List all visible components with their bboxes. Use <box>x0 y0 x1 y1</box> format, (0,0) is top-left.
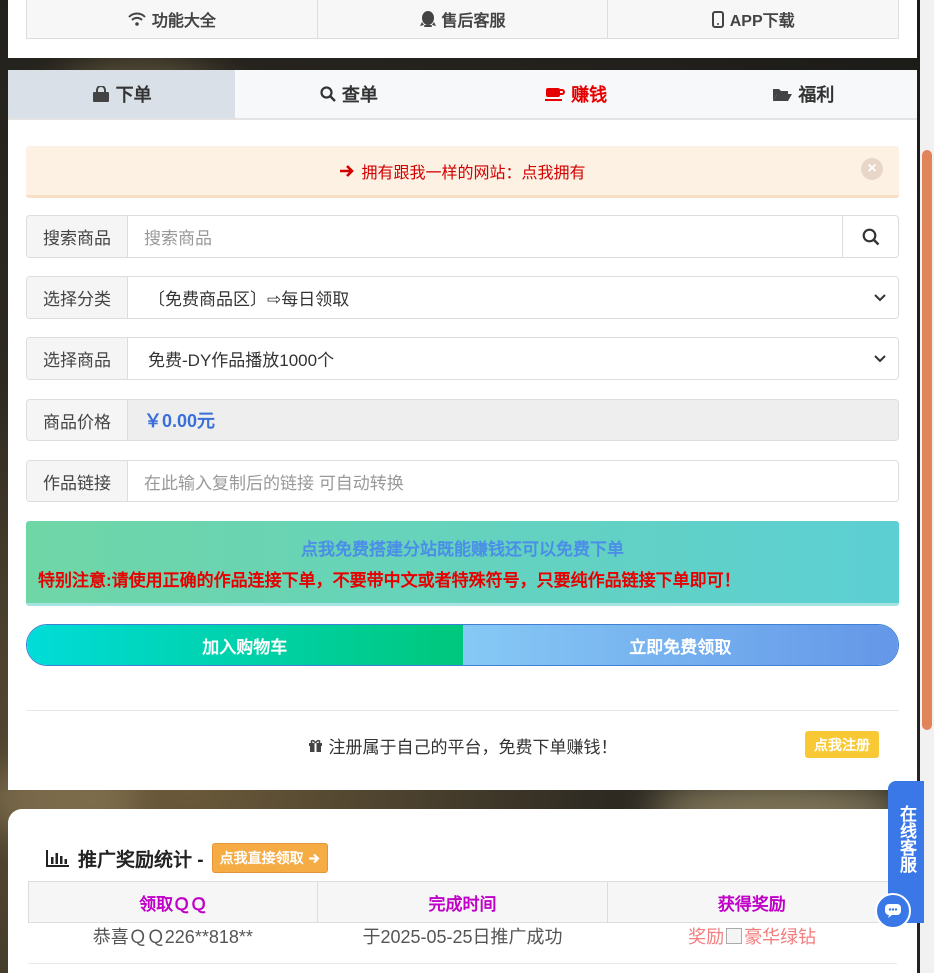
wifi-icon <box>128 12 146 26</box>
search-label: 搜索商品 <box>27 216 128 257</box>
top-nav: 功能大全 售后客服 APP下载 <box>26 0 899 39</box>
bar-chart-icon <box>46 849 70 867</box>
claim-free-button[interactable]: 立即免费领取 <box>462 625 898 665</box>
link-row: 作品链接 在此输入复制后的链接 可自动转换 <box>26 460 899 502</box>
search-input[interactable]: 搜索商品 <box>128 216 842 257</box>
cell-time: 于2025-05-25日推广成功 <box>362 927 563 947</box>
shopping-bag-icon <box>92 86 110 102</box>
product-select[interactable]: 免费-DY作品播放1000个 <box>128 338 898 379</box>
tab-query[interactable]: 查单 <box>235 70 462 118</box>
nav-support[interactable]: 售后客服 <box>318 0 609 38</box>
register-promo: 注册属于自己的平台，免费下单赚钱！ <box>26 730 899 760</box>
nav-features[interactable]: 功能大全 <box>27 0 318 38</box>
action-buttons: 加入购物车 立即免费领取 <box>26 624 899 666</box>
nav-support-label: 售后客服 <box>441 13 506 30</box>
product-row: 选择商品 免费-DY作品播放1000个 <box>26 337 899 380</box>
search-button[interactable] <box>842 216 898 257</box>
arrow-right-icon <box>339 164 355 178</box>
gift-icon <box>308 738 323 753</box>
cell-reward: 奖励 豪华绿钻 <box>607 923 897 949</box>
reward-image-alt: 豪华绿钻 <box>744 927 817 947</box>
nav-features-label: 功能大全 <box>151 13 216 30</box>
alert-text: 拥有跟我一样的网站：点我拥有 <box>361 164 586 182</box>
category-row: 选择分类 〔免费商品区〕⇨每日领取 <box>26 276 899 319</box>
nav-app[interactable]: APP下载 <box>608 0 898 38</box>
stats-panel: 推广奖励统计 - 点我直接领取 领取ＱＱ 完成时间 获得奖励 恭喜ＱＱ226**… <box>8 809 917 973</box>
tab-order[interactable]: 下单 <box>8 70 236 118</box>
category-value: 〔免费商品区〕⇨每日领取 <box>148 290 350 309</box>
col-reward: 获得奖励 <box>717 894 786 914</box>
register-text: 注册属于自己的平台，免费下单赚钱！ <box>328 737 618 757</box>
qq-icon <box>419 10 436 28</box>
price-label: 商品价格 <box>27 400 128 440</box>
row-divider <box>28 963 897 964</box>
stats-title: 推广奖励统计 - <box>78 849 204 871</box>
tab-order-label: 下单 <box>115 85 152 105</box>
cell-qq: 恭喜ＱＱ226**818** <box>92 927 253 947</box>
scrollbar-thumb[interactable] <box>922 150 932 730</box>
arrow-right-icon <box>308 853 320 864</box>
tab-query-label: 查单 <box>341 85 378 105</box>
mobile-icon <box>711 10 724 28</box>
tab-bar: 下单 查单 赚钱 福利 <box>8 70 917 120</box>
category-select[interactable]: 〔免费商品区〕⇨每日领取 <box>128 277 898 318</box>
notice-box: 点我免费搭建分站既能赚钱还可以免费下单 特别注意:请使用正确的作品连接下单，不要… <box>26 521 899 606</box>
tab-welfare-label: 福利 <box>798 85 835 105</box>
col-time: 完成时间 <box>318 882 608 922</box>
stats-header: 推广奖励统计 - 点我直接领取 <box>46 843 328 873</box>
tab-earn-label: 赚钱 <box>571 85 608 105</box>
search-icon <box>862 228 880 246</box>
order-panel: 下单 查单 赚钱 福利 拥有跟我一样的网站：点我拥有 × 搜索商品 搜索商品 选… <box>8 70 917 790</box>
reward-text: 奖励 <box>688 927 725 947</box>
price-row: 商品价格 ￥0.00元 <box>26 399 899 441</box>
broken-image-icon <box>726 928 743 944</box>
register-button[interactable]: 点我注册 <box>805 731 879 758</box>
product-label: 选择商品 <box>27 338 128 379</box>
category-label: 选择分类 <box>27 277 128 318</box>
chat-icon[interactable] <box>875 893 911 929</box>
substation-link[interactable]: 点我免费搭建分站既能赚钱还可以免费下单 <box>26 535 899 560</box>
own-site-alert[interactable]: 拥有跟我一样的网站：点我拥有 × <box>26 146 899 198</box>
online-service-label: 在线客服 <box>897 805 916 873</box>
chevron-down-icon <box>874 293 886 302</box>
nav-app-label: APP下载 <box>729 13 795 30</box>
top-panel: 功能大全 售后客服 APP下载 <box>8 0 917 58</box>
claim-direct-label: 点我直接领取 <box>219 850 304 866</box>
tab-welfare[interactable]: 福利 <box>690 70 917 118</box>
notice-warning: 特别注意:请使用正确的作品连接下单，不要带中文或者特殊符号，只要纯作品链接下单即… <box>38 571 741 590</box>
link-label: 作品链接 <box>27 461 128 501</box>
divider <box>26 710 899 711</box>
link-input[interactable]: 在此输入复制后的链接 可自动转换 <box>128 461 898 501</box>
folder-open-icon <box>772 87 793 102</box>
tab-earn[interactable]: 赚钱 <box>463 70 690 118</box>
search-row: 搜索商品 搜索商品 <box>26 215 899 258</box>
coffee-icon <box>545 86 566 102</box>
search-icon <box>320 86 336 102</box>
col-qq: 领取ＱＱ <box>29 882 319 922</box>
price-value: ￥0.00元 <box>128 400 898 440</box>
chevron-down-icon <box>874 354 886 363</box>
close-icon[interactable]: × <box>861 158 883 180</box>
table-row: 恭喜ＱＱ226**818** 于2025-05-25日推广成功 奖励 豪华绿钻 <box>28 923 897 949</box>
stats-table-header: 领取ＱＱ 完成时间 获得奖励 <box>28 881 897 923</box>
product-value: 免费-DY作品播放1000个 <box>148 351 335 370</box>
claim-direct-button[interactable]: 点我直接领取 <box>211 843 328 873</box>
add-to-cart-button[interactable]: 加入购物车 <box>27 625 463 665</box>
